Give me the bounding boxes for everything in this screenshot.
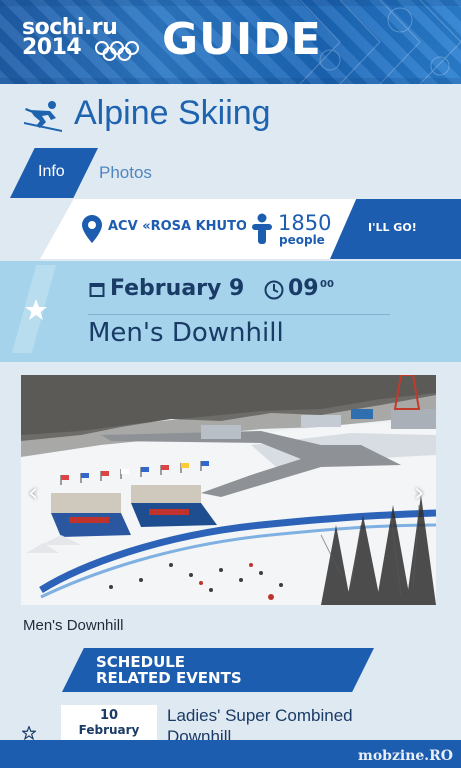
tab-info-label: Info — [38, 163, 65, 180]
related-event-date[interactable]: 10 February — [61, 705, 157, 743]
photo-caption: Men's Downhill — [23, 617, 124, 634]
ski-slope-photo — [21, 375, 436, 605]
tab-photos[interactable]: Photos — [99, 163, 152, 183]
venue-name: ACV «ROSA KHUTOR» — [108, 219, 246, 234]
calendar-icon — [89, 283, 105, 297]
guide-title: GUIDE — [162, 14, 322, 65]
schedule-related-events-header: SCHEDULE RELATED EVENTS — [62, 648, 374, 692]
ill-go-label: I'LL GO! — [368, 221, 417, 234]
star-icon[interactable] — [24, 298, 48, 322]
sport-title: Alpine Skiing — [74, 94, 271, 132]
event-photo[interactable] — [21, 375, 436, 605]
sport-heading: Alpine Skiing — [0, 92, 461, 142]
alpine-skier-icon — [24, 101, 62, 132]
chevron-right-icon[interactable]: › — [414, 478, 424, 508]
header-banner: sochi.ru 2014 GUIDE — [0, 0, 461, 84]
event-date: February 9 — [110, 276, 245, 301]
clock-icon — [264, 280, 284, 300]
map-pin-icon — [82, 215, 102, 243]
event-name: Men's Downhill — [88, 318, 284, 348]
chevron-left-icon[interactable]: ‹ — [28, 478, 38, 508]
event-time-hour: 09 — [288, 276, 319, 301]
watermark-text: mobzine.RO — [358, 748, 453, 764]
attendees-label: people — [279, 233, 325, 247]
person-icon — [252, 213, 272, 244]
tab-info[interactable]: Info — [10, 148, 98, 198]
event-time-minutes: 00 — [320, 279, 334, 290]
attendees-count: 1850 — [278, 211, 332, 235]
related-event-month: February — [78, 723, 140, 737]
olympic-rings-icon — [95, 41, 139, 61]
event-divider — [88, 314, 390, 315]
schedule-line-1: SCHEDULE — [96, 653, 186, 671]
related-event-day: 10 — [99, 708, 119, 723]
star-icon[interactable] — [22, 726, 36, 740]
schedule-line-2: RELATED EVENTS — [96, 669, 242, 687]
